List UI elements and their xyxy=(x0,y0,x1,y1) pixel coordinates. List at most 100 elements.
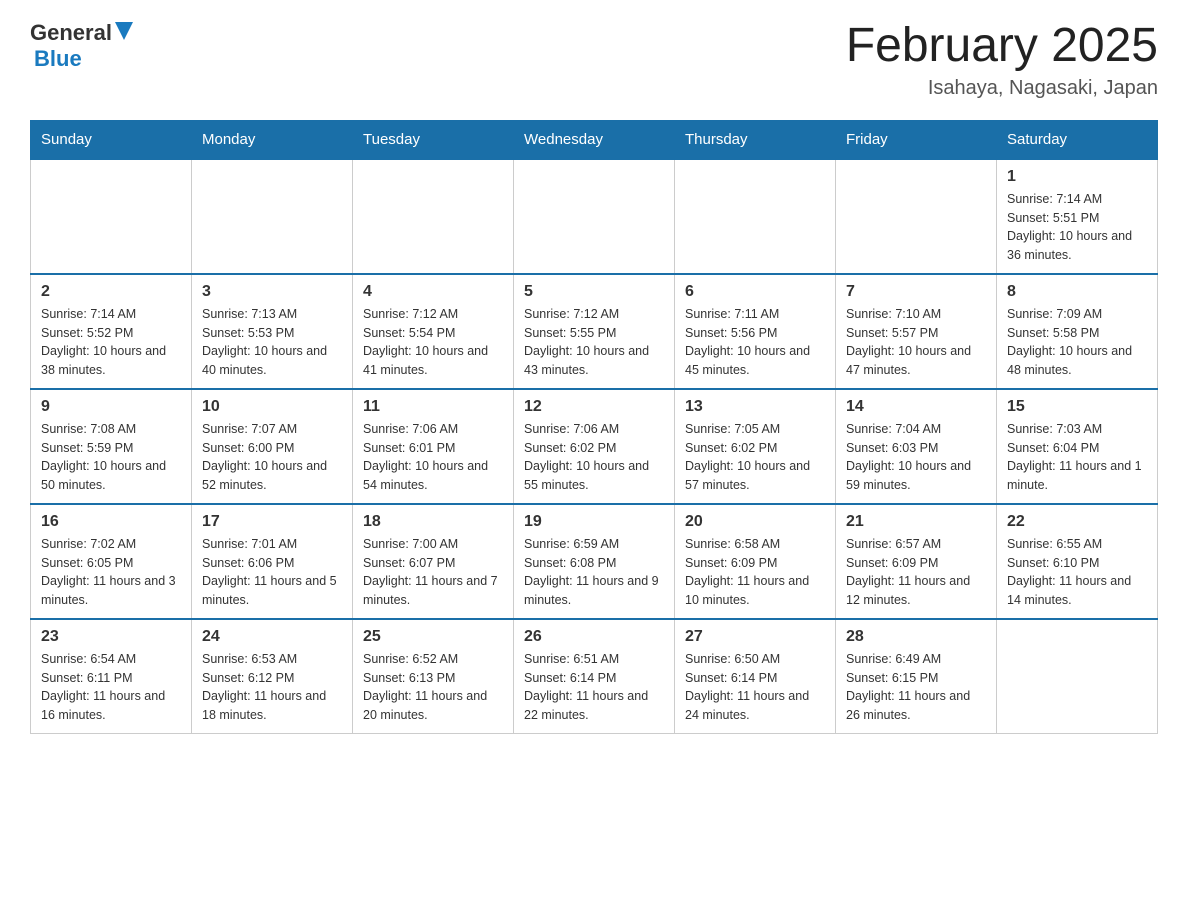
day-number: 20 xyxy=(685,513,825,531)
page-header: General Blue February 2025 Isahaya, Naga… xyxy=(30,20,1158,100)
table-row: 20 Sunrise: 6:58 AM Sunset: 6:09 PM Dayli… xyxy=(675,504,836,619)
logo-blue-text: Blue xyxy=(34,46,82,71)
table-row: 15 Sunrise: 7:03 AM Sunset: 6:04 PM Dayli… xyxy=(997,389,1158,504)
day-info: Sunrise: 7:12 AM Sunset: 5:55 PM Dayligh… xyxy=(524,305,664,380)
day-info: Sunrise: 7:13 AM Sunset: 5:53 PM Dayligh… xyxy=(202,305,342,380)
day-number: 23 xyxy=(41,628,181,646)
table-row: 9 Sunrise: 7:08 AM Sunset: 5:59 PM Daylig… xyxy=(31,389,192,504)
table-row: 21 Sunrise: 6:57 AM Sunset: 6:09 PM Dayli… xyxy=(836,504,997,619)
day-number: 16 xyxy=(41,513,181,531)
page-subtitle: Isahaya, Nagasaki, Japan xyxy=(846,77,1158,100)
day-info: Sunrise: 6:55 AM Sunset: 6:10 PM Dayligh… xyxy=(1007,535,1147,610)
day-number: 27 xyxy=(685,628,825,646)
day-number: 18 xyxy=(363,513,503,531)
day-number: 25 xyxy=(363,628,503,646)
day-number: 26 xyxy=(524,628,664,646)
day-number: 17 xyxy=(202,513,342,531)
day-number: 5 xyxy=(524,283,664,301)
table-row: 12Sunrise: 7:06 AM Sunset: 6:02 PM Dayli… xyxy=(514,389,675,504)
calendar-week-4: 16 Sunrise: 7:02 AM Sunset: 6:05 PM Dayli… xyxy=(31,504,1158,619)
day-info: Sunrise: 7:09 AM Sunset: 5:58 PM Dayligh… xyxy=(1007,305,1147,380)
table-row: 6Sunrise: 7:11 AM Sunset: 5:56 PM Daylig… xyxy=(675,274,836,389)
table-row: 1 Sunrise: 7:14 AM Sunset: 5:51 PM Daylig… xyxy=(997,159,1158,274)
day-info: Sunrise: 6:57 AM Sunset: 6:09 PM Dayligh… xyxy=(846,535,986,610)
day-number: 6 xyxy=(685,283,825,301)
table-row: 13Sunrise: 7:05 AM Sunset: 6:02 PM Dayli… xyxy=(675,389,836,504)
day-number: 22 xyxy=(1007,513,1147,531)
table-row: 8 Sunrise: 7:09 AM Sunset: 5:58 PM Daylig… xyxy=(997,274,1158,389)
day-info: Sunrise: 6:51 AM Sunset: 6:14 PM Dayligh… xyxy=(524,650,664,725)
day-info: Sunrise: 6:53 AM Sunset: 6:12 PM Dayligh… xyxy=(202,650,342,725)
table-row: 22 Sunrise: 6:55 AM Sunset: 6:10 PM Dayli… xyxy=(997,504,1158,619)
day-info: Sunrise: 7:05 AM Sunset: 6:02 PM Dayligh… xyxy=(685,420,825,495)
day-info: Sunrise: 7:14 AM Sunset: 5:51 PM Dayligh… xyxy=(1007,190,1147,265)
day-info: Sunrise: 7:07 AM Sunset: 6:00 PM Dayligh… xyxy=(202,420,342,495)
table-row: 7Sunrise: 7:10 AM Sunset: 5:57 PM Daylig… xyxy=(836,274,997,389)
day-info: Sunrise: 6:58 AM Sunset: 6:09 PM Dayligh… xyxy=(685,535,825,610)
table-row xyxy=(514,159,675,274)
calendar-week-2: 2 Sunrise: 7:14 AM Sunset: 5:52 PM Daylig… xyxy=(31,274,1158,389)
logo-general-text: General xyxy=(30,20,112,46)
day-info: Sunrise: 7:02 AM Sunset: 6:05 PM Dayligh… xyxy=(41,535,181,610)
weekday-header-row: SundayMondayTuesdayWednesdayThursdayFrid… xyxy=(31,120,1158,159)
day-info: Sunrise: 6:54 AM Sunset: 6:11 PM Dayligh… xyxy=(41,650,181,725)
weekday-friday: Friday xyxy=(836,120,997,159)
calendar-table: SundayMondayTuesdayWednesdayThursdayFrid… xyxy=(30,120,1158,734)
day-number: 7 xyxy=(846,283,986,301)
weekday-saturday: Saturday xyxy=(997,120,1158,159)
table-row: 27 Sunrise: 6:50 AM Sunset: 6:14 PM Dayli… xyxy=(675,619,836,734)
day-number: 8 xyxy=(1007,283,1147,301)
calendar-week-5: 23 Sunrise: 6:54 AM Sunset: 6:11 PM Dayli… xyxy=(31,619,1158,734)
calendar-week-1: 1 Sunrise: 7:14 AM Sunset: 5:51 PM Daylig… xyxy=(31,159,1158,274)
table-row: 23 Sunrise: 6:54 AM Sunset: 6:11 PM Dayli… xyxy=(31,619,192,734)
page-title: February 2025 xyxy=(846,20,1158,73)
table-row xyxy=(353,159,514,274)
table-row: 18 Sunrise: 7:00 AM Sunset: 6:07 PM Dayli… xyxy=(353,504,514,619)
table-row: 5 Sunrise: 7:12 AM Sunset: 5:55 PM Daylig… xyxy=(514,274,675,389)
logo: General Blue xyxy=(30,20,133,72)
day-number: 1 xyxy=(1007,168,1147,186)
day-info: Sunrise: 7:08 AM Sunset: 5:59 PM Dayligh… xyxy=(41,420,181,495)
weekday-thursday: Thursday xyxy=(675,120,836,159)
table-row: 25 Sunrise: 6:52 AM Sunset: 6:13 PM Dayli… xyxy=(353,619,514,734)
day-info: Sunrise: 7:00 AM Sunset: 6:07 PM Dayligh… xyxy=(363,535,503,610)
weekday-sunday: Sunday xyxy=(31,120,192,159)
day-number: 24 xyxy=(202,628,342,646)
table-row: 26 Sunrise: 6:51 AM Sunset: 6:14 PM Dayli… xyxy=(514,619,675,734)
day-number: 4 xyxy=(363,283,503,301)
table-row: 19Sunrise: 6:59 AM Sunset: 6:08 PM Dayli… xyxy=(514,504,675,619)
day-info: Sunrise: 7:01 AM Sunset: 6:06 PM Dayligh… xyxy=(202,535,342,610)
day-info: Sunrise: 6:52 AM Sunset: 6:13 PM Dayligh… xyxy=(363,650,503,725)
calendar-week-3: 9 Sunrise: 7:08 AM Sunset: 5:59 PM Daylig… xyxy=(31,389,1158,504)
day-info: Sunrise: 7:12 AM Sunset: 5:54 PM Dayligh… xyxy=(363,305,503,380)
table-row: 3 Sunrise: 7:13 AM Sunset: 5:53 PM Daylig… xyxy=(192,274,353,389)
day-number: 10 xyxy=(202,398,342,416)
weekday-wednesday: Wednesday xyxy=(514,120,675,159)
day-number: 3 xyxy=(202,283,342,301)
table-row: 14Sunrise: 7:04 AM Sunset: 6:03 PM Dayli… xyxy=(836,389,997,504)
day-number: 21 xyxy=(846,513,986,531)
table-row: 4 Sunrise: 7:12 AM Sunset: 5:54 PM Daylig… xyxy=(353,274,514,389)
title-block: February 2025 Isahaya, Nagasaki, Japan xyxy=(846,20,1158,100)
table-row: 17 Sunrise: 7:01 AM Sunset: 6:06 PM Dayli… xyxy=(192,504,353,619)
table-row: 16 Sunrise: 7:02 AM Sunset: 6:05 PM Dayli… xyxy=(31,504,192,619)
table-row: 24 Sunrise: 6:53 AM Sunset: 6:12 PM Dayli… xyxy=(192,619,353,734)
weekday-tuesday: Tuesday xyxy=(353,120,514,159)
day-info: Sunrise: 6:49 AM Sunset: 6:15 PM Dayligh… xyxy=(846,650,986,725)
day-number: 14 xyxy=(846,398,986,416)
day-number: 19 xyxy=(524,513,664,531)
day-number: 28 xyxy=(846,628,986,646)
table-row: 10 Sunrise: 7:07 AM Sunset: 6:00 PM Dayli… xyxy=(192,389,353,504)
logo-triangle-icon xyxy=(115,22,133,45)
table-row xyxy=(997,619,1158,734)
table-row xyxy=(675,159,836,274)
day-info: Sunrise: 7:03 AM Sunset: 6:04 PM Dayligh… xyxy=(1007,420,1147,495)
table-row: 2 Sunrise: 7:14 AM Sunset: 5:52 PM Daylig… xyxy=(31,274,192,389)
day-number: 2 xyxy=(41,283,181,301)
table-row: 28 Sunrise: 6:49 AM Sunset: 6:15 PM Dayli… xyxy=(836,619,997,734)
day-info: Sunrise: 6:50 AM Sunset: 6:14 PM Dayligh… xyxy=(685,650,825,725)
day-number: 12 xyxy=(524,398,664,416)
day-number: 9 xyxy=(41,398,181,416)
day-info: Sunrise: 7:14 AM Sunset: 5:52 PM Dayligh… xyxy=(41,305,181,380)
day-number: 15 xyxy=(1007,398,1147,416)
